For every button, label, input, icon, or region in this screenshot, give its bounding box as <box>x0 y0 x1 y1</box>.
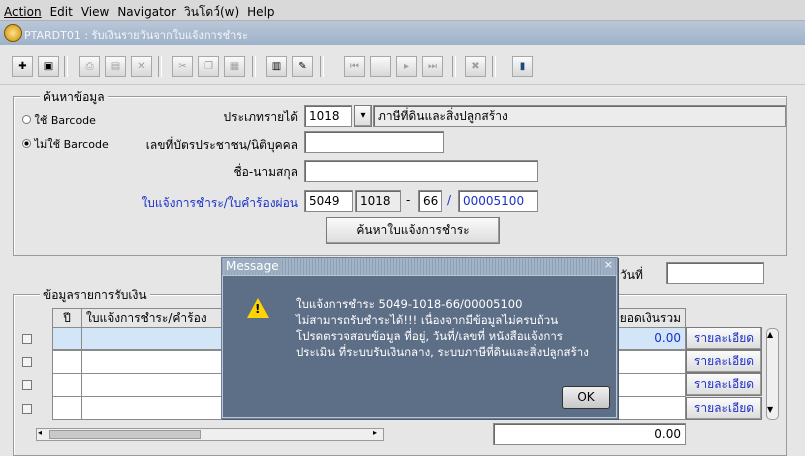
ok-button[interactable]: OK <box>562 386 610 409</box>
message-line: ประเมิน ที่ระบบรับเงินกลาง, ระบบภาษีที่ด… <box>296 345 589 359</box>
scroll-left-icon[interactable]: ◂ <box>38 428 42 437</box>
grand-total-field: 0.00 <box>493 423 686 445</box>
income-type-name-field: ภาษีที่ดินและสิ่งปลูกสร้าง <box>373 105 786 127</box>
exit-icon[interactable]: ▮ <box>512 56 533 77</box>
radio-no-barcode[interactable]: ไม่ใช้ Barcode <box>22 135 109 153</box>
income-type-lov-button[interactable]: ▾ <box>354 105 372 127</box>
bill-part1-field[interactable]: 5049 <box>304 190 353 212</box>
row-year-cell[interactable] <box>52 373 82 397</box>
row-detail-button[interactable]: รายละเอียด <box>686 373 762 396</box>
bill-label: ใบแจ้งการชำระ/ใบคำร้องผ่อน <box>141 196 298 210</box>
id-card-label: เลขที่บัตรประชาชน/นิติบุคคล <box>145 138 298 152</box>
prev-record-icon[interactable] <box>370 56 391 77</box>
radio-indicator[interactable] <box>22 115 31 124</box>
copy-icon[interactable]: ❐ <box>198 56 219 77</box>
last-record-icon[interactable]: ⏭ <box>422 56 443 77</box>
bill-slash: / <box>447 193 452 207</box>
name-label: ชื่อ-นามสกุล <box>233 165 298 179</box>
cut-icon[interactable]: ✂ <box>172 56 193 77</box>
id-card-field[interactable] <box>304 131 444 153</box>
row-bill-cell[interactable] <box>81 350 241 374</box>
message-dialog: Message × ! ใบแจ้งการชำระ 5049-1018-66/0… <box>221 257 618 419</box>
dialog-body: ! ใบแจ้งการชำระ 5049-1018-66/00005100 ไม… <box>223 276 616 417</box>
preview-icon[interactable]: ▤ <box>105 56 126 77</box>
paste-icon[interactable]: ▦ <box>224 56 245 77</box>
bill-dash: - <box>406 193 411 207</box>
income-type-code-field[interactable]: 1018 <box>304 105 352 127</box>
toolbar-divider <box>452 56 456 77</box>
menu-action[interactable]: Action <box>0 2 46 19</box>
row-detail-button[interactable]: รายละเอียด <box>686 327 762 350</box>
row-checkbox[interactable] <box>22 334 32 344</box>
row-year-cell[interactable] <box>52 396 82 420</box>
payments-group-title: ข้อมูลรายการรับเงิน <box>40 286 150 305</box>
edit-icon[interactable]: ✎ <box>292 56 313 77</box>
print-icon[interactable]: ⎙ <box>79 56 100 77</box>
menu-bar: Action Edit View Navigator วินโดว์(w) Help <box>0 0 805 21</box>
bill-part2-field: 1018 <box>355 190 401 212</box>
next-record-icon[interactable]: ▸ <box>396 56 417 77</box>
row-checkbox[interactable] <box>22 357 32 367</box>
dialog-titlebar[interactable]: Message × <box>222 258 617 275</box>
bill-part4-field[interactable]: 00005100 <box>458 190 538 212</box>
window-titlebar: PTARDT01 : รับเงินรายวันจากใบแจ้งการชำระ <box>0 21 805 45</box>
row-checkbox[interactable] <box>22 404 32 414</box>
scrollbar-thumb[interactable] <box>49 430 201 439</box>
name-field[interactable] <box>304 160 538 182</box>
dialog-title: Message <box>224 259 281 273</box>
income-type-label: ประเภทรายได้ <box>223 110 298 124</box>
toolbar-divider <box>252 56 256 77</box>
menu-navigator[interactable]: Navigator <box>113 2 180 19</box>
app-icon <box>4 24 22 42</box>
clear-icon[interactable]: ✕ <box>131 56 152 77</box>
col-header-year: ปี <box>52 308 82 328</box>
radio-label: ไม่ใช้ Barcode <box>34 138 109 151</box>
save-icon[interactable]: ▣ <box>38 56 59 77</box>
delete-icon[interactable]: ✖ <box>465 56 486 77</box>
date-field[interactable] <box>666 262 764 284</box>
row-year-cell[interactable] <box>52 327 82 350</box>
date-label: วันที่ <box>620 268 643 282</box>
close-icon[interactable]: × <box>601 258 615 271</box>
scroll-right-icon[interactable]: ▸ <box>373 428 377 437</box>
dialog-message: ใบแจ้งการชำระ 5049-1018-66/00005100 ไม่ส… <box>296 296 611 360</box>
bill-part3-field[interactable]: 66 <box>418 190 442 212</box>
menu-edit[interactable]: Edit <box>46 2 77 19</box>
first-record-icon[interactable]: ⏮ <box>344 56 365 77</box>
toolbar: ✚ ▣ ⎙ ▤ ✕ ✂ ❐ ▦ ▥ ✎ ⏮ ▸ ⏭ ✖ ▮ <box>0 46 805 85</box>
row-detail-button[interactable]: รายละเอียด <box>686 350 762 373</box>
toolbar-divider <box>64 56 68 77</box>
row-bill-cell[interactable] <box>81 373 241 397</box>
radio-indicator[interactable] <box>22 139 31 148</box>
col-header-bill: ใบแจ้งการชำระ/คำร้อง <box>81 308 241 328</box>
row-bill-cell[interactable] <box>81 396 241 420</box>
insert-icon[interactable]: ▥ <box>266 56 287 77</box>
row-checkbox[interactable] <box>22 380 32 390</box>
toolbar-divider <box>158 56 162 77</box>
radio-label: ใช้ Barcode <box>34 114 96 127</box>
radio-use-barcode[interactable]: ใช้ Barcode <box>22 111 96 129</box>
new-record-icon[interactable]: ✚ <box>12 56 33 77</box>
menu-view[interactable]: View <box>77 2 113 19</box>
message-line: ใบแจ้งการชำระ 5049-1018-66/00005100 <box>296 297 523 311</box>
row-detail-button[interactable]: รายละเอียด <box>686 397 762 420</box>
message-line: โปรดตรวจสอบข้อมูล ที่อยู่, วันที่/เลขที่… <box>296 329 563 343</box>
toolbar-divider <box>492 56 496 77</box>
message-line: ไม่สามารถรับชำระได้!!! เนื่องจากมีข้อมูล… <box>296 313 559 327</box>
scroll-down-icon[interactable]: ▼ <box>767 405 773 414</box>
search-group-title: ค้นหาข้อมูล <box>40 88 108 107</box>
warning-icon: ! <box>247 298 269 318</box>
menu-help[interactable]: Help <box>243 2 278 19</box>
scroll-up-icon[interactable]: ▲ <box>767 330 773 339</box>
search-bill-button[interactable]: ค้นหาใบแจ้งการชำระ <box>326 217 500 244</box>
toolbar-divider <box>320 56 324 77</box>
window-title: PTARDT01 : รับเงินรายวันจากใบแจ้งการชำระ <box>24 29 249 42</box>
row-year-cell[interactable] <box>52 350 82 374</box>
row-bill-cell[interactable] <box>81 327 241 350</box>
menu-window[interactable]: วินโดว์(w) <box>180 0 243 22</box>
